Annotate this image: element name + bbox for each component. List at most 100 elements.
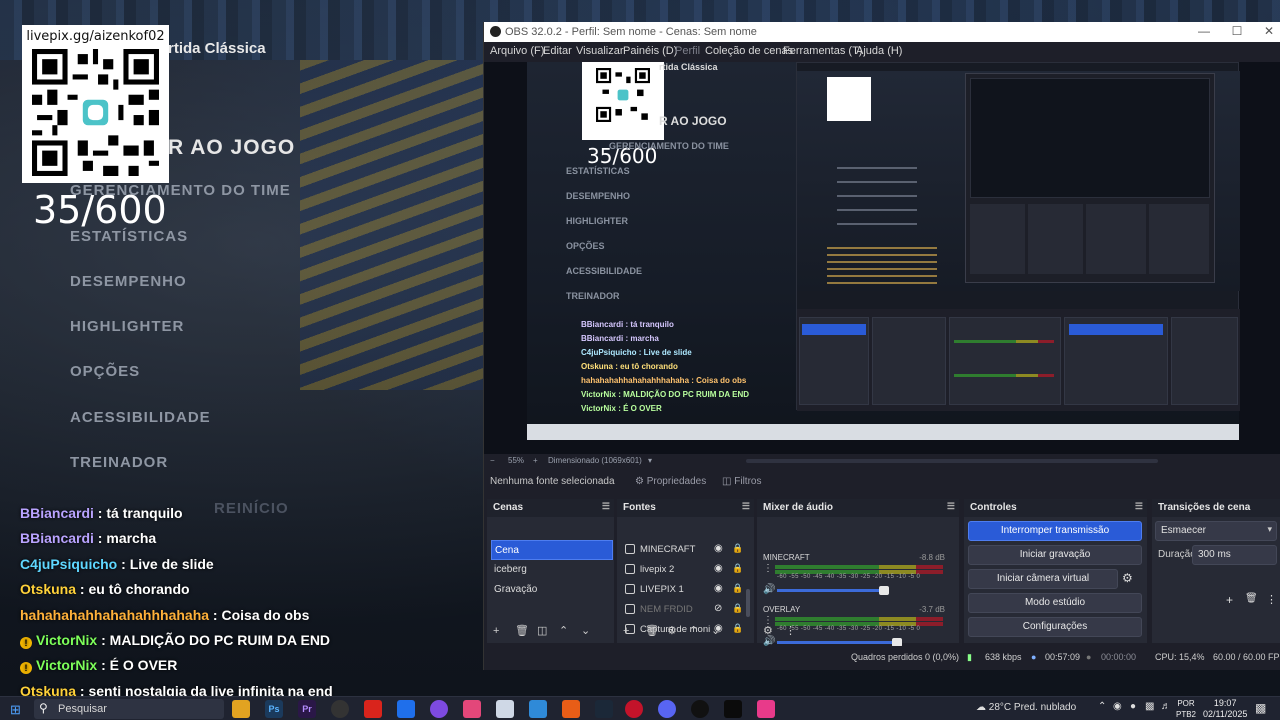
source-item[interactable]: LIVEPIX 1 ◉ 🔒 <box>623 580 753 600</box>
scene-filters-icon[interactable]: ◫ <box>537 624 559 637</box>
obs-preview[interactable]: 35/600 rtida Clássica R AO JOGO GERENCIA… <box>484 62 1280 454</box>
lock-icon[interactable]: 🔒 <box>732 603 743 614</box>
maximize-icon[interactable]: ☐ <box>1222 24 1252 40</box>
studio-mode-button[interactable]: Modo estúdio <box>968 593 1142 613</box>
source-settings-icon[interactable]: ⚙ <box>667 624 689 637</box>
app-icon[interactable] <box>625 700 643 718</box>
lock-icon[interactable]: 🔒 <box>732 583 743 594</box>
stop-streaming-button[interactable]: Interromper transmissão <box>968 521 1142 541</box>
menu-edit[interactable]: Editar <box>543 45 572 57</box>
start-virtual-camera-button[interactable]: Iniciar câmera virtual <box>968 569 1118 589</box>
remove-source-icon[interactable]: 🗑 <box>645 624 667 637</box>
tray-chevron-icon[interactable]: ⌃ <box>1098 701 1106 712</box>
weather-widget[interactable]: ☁ 28°C Pred. nublado <box>976 702 1076 713</box>
properties-button[interactable]: ⚙ Propriedades <box>635 476 706 487</box>
move-down-icon[interactable]: ⌄ <box>711 624 733 637</box>
transition-menu-icon[interactable]: ⋮ <box>1266 593 1277 606</box>
eye-icon[interactable]: ◉ <box>714 543 723 554</box>
virtual-camera-settings-icon[interactable]: ⚙ <box>1122 571 1133 585</box>
settings-button[interactable]: Configurações <box>968 617 1142 637</box>
source-item[interactable]: NEM FRDID ⊘ 🔒 <box>623 600 753 620</box>
menu-item-accessibility[interactable]: ACESSIBILIDADE <box>70 409 211 426</box>
menu-scene-collection[interactable]: Coleção de cenas <box>705 45 793 57</box>
notes-app-icon[interactable] <box>397 700 415 718</box>
add-transition-icon[interactable]: + <box>1226 593 1233 607</box>
menu-item-highlighter[interactable]: HIGHLIGHTER <box>70 318 184 335</box>
zoom-in-icon[interactable]: + <box>533 456 538 465</box>
channel-menu-icon[interactable]: ⋮ <box>763 563 773 574</box>
dock-options-icon[interactable]: ☰ <box>947 501 955 512</box>
language-indicator[interactable]: POR PTB2 <box>1176 698 1196 720</box>
sources-scrollbar[interactable] <box>746 589 750 617</box>
photoshop-icon[interactable]: Ps <box>265 700 283 718</box>
source-item[interactable]: MINECRAFT ◉ 🔒 <box>623 540 753 560</box>
app-icon[interactable] <box>562 700 580 718</box>
scene-item-gravacao[interactable]: Gravação <box>491 580 613 600</box>
start-recording-button[interactable]: Iniciar gravação <box>968 545 1142 565</box>
preview-scrollbar[interactable] <box>746 459 1158 463</box>
app-icon[interactable] <box>691 700 709 718</box>
lock-icon[interactable]: 🔒 <box>732 563 743 574</box>
volume-slider[interactable] <box>777 589 879 592</box>
menu-profile[interactable]: Perfil <box>675 45 700 57</box>
microphone-icon[interactable]: ● <box>1130 701 1136 712</box>
advanced-audio-icon[interactable]: ⚙ <box>763 624 785 637</box>
eye-off-icon[interactable]: ⊘ <box>714 603 722 614</box>
move-up-icon[interactable]: ⌃ <box>559 624 581 637</box>
remove-transition-icon[interactable]: 🗑 <box>1245 593 1258 604</box>
close-icon[interactable]: ✕ <box>1254 24 1280 40</box>
mixer-menu-icon[interactable]: ⋮ <box>785 624 807 637</box>
menu-help[interactable]: Ajuda (H) <box>856 45 902 57</box>
discord-icon[interactable] <box>658 700 676 718</box>
move-up-icon[interactable]: ⌃ <box>689 624 711 637</box>
zoom-out-icon[interactable]: − <box>490 456 495 465</box>
obs-taskbar-icon[interactable] <box>331 700 349 718</box>
lock-icon[interactable]: 🔒 <box>732 543 743 554</box>
minimize-icon[interactable]: — <box>1189 24 1219 40</box>
file-explorer-icon[interactable] <box>232 700 250 718</box>
move-down-icon[interactable]: ⌄ <box>581 624 603 637</box>
transition-select[interactable]: Esmaecer ▾ <box>1155 521 1277 541</box>
eye-icon[interactable]: ◉ <box>714 563 723 574</box>
add-scene-icon[interactable]: + <box>493 625 515 637</box>
app-icon[interactable] <box>463 700 481 718</box>
epic-games-icon[interactable] <box>724 700 742 718</box>
notifications-icon[interactable]: ▩ <box>1255 701 1266 715</box>
menu-item-coach[interactable]: TREINADOR <box>70 454 168 471</box>
app-icon[interactable] <box>496 700 514 718</box>
dock-options-icon[interactable]: ☰ <box>1135 501 1143 512</box>
menu-view[interactable]: Visualizar <box>576 45 624 57</box>
source-item[interactable]: livepix 2 ◉ 🔒 <box>623 560 753 580</box>
menu-file[interactable]: Arquivo (F) <box>490 45 544 57</box>
volume-slider-handle[interactable] <box>879 586 889 595</box>
taskbar-clock[interactable]: 19:07 02/11/2025 <box>1203 698 1247 720</box>
menu-item-options[interactable]: OPÇÕES <box>70 363 140 380</box>
taskbar-search[interactable]: ⚲ Pesquisar <box>34 699 224 719</box>
app-icon[interactable] <box>529 700 547 718</box>
remove-scene-icon[interactable]: 🗑 <box>515 624 537 637</box>
add-source-icon[interactable]: + <box>623 625 645 637</box>
dock-options-icon[interactable]: ☰ <box>602 501 610 512</box>
scene-item-cena[interactable]: Cena <box>491 540 613 560</box>
dock-options-icon[interactable]: ☰ <box>742 501 750 512</box>
volume-icon[interactable]: ♬ <box>1161 701 1171 712</box>
menu-item-statistics[interactable]: ESTATÍSTICAS <box>70 228 188 245</box>
windows-start-icon[interactable]: ⊞ <box>10 702 21 718</box>
dimension-dropdown-icon[interactable]: ▾ <box>648 456 652 465</box>
menu-item-team-management[interactable]: GERENCIAMENTO DO TIME <box>70 182 291 199</box>
menu-item-performance[interactable]: DESEMPENHO <box>70 273 187 290</box>
network-tray-icon[interactable]: ▩ <box>1145 701 1154 712</box>
scene-item-iceberg[interactable]: iceberg <box>491 560 613 580</box>
app-icon[interactable] <box>757 700 775 718</box>
menu-tools[interactable]: Ferramentas (T) <box>783 45 862 57</box>
acrobat-icon[interactable] <box>364 700 382 718</box>
app-icon[interactable] <box>430 700 448 718</box>
lock-icon[interactable]: 🔒 <box>732 623 743 634</box>
volume-slider[interactable] <box>777 641 892 644</box>
duration-input[interactable]: 300 ms <box>1192 545 1277 565</box>
premiere-icon[interactable]: Pr <box>298 700 316 718</box>
eye-icon[interactable]: ◉ <box>714 583 723 594</box>
steam-icon[interactable] <box>595 700 613 718</box>
menu-docks[interactable]: Painéis (D) <box>623 45 677 57</box>
filters-button[interactable]: ◫ Filtros <box>722 476 761 487</box>
